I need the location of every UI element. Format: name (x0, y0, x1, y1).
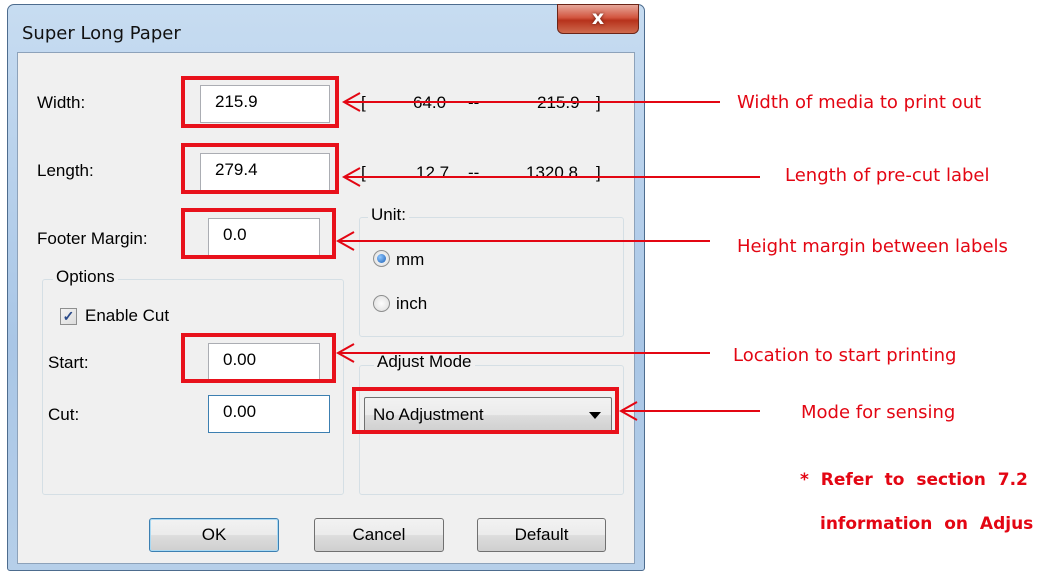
annotation-start: Location to start printing (733, 345, 957, 366)
annotation-length: Length of pre-cut label (785, 165, 990, 186)
annotation-mode: Mode for sensing (801, 402, 956, 423)
annotation-note-line2: information on Adjus (820, 514, 1034, 534)
annotation-footer: Height margin between labels (737, 236, 1008, 257)
annotation-note-line1: * Refer to section 7.2 (800, 470, 1028, 490)
annotation-width: Width of media to print out (737, 92, 982, 113)
